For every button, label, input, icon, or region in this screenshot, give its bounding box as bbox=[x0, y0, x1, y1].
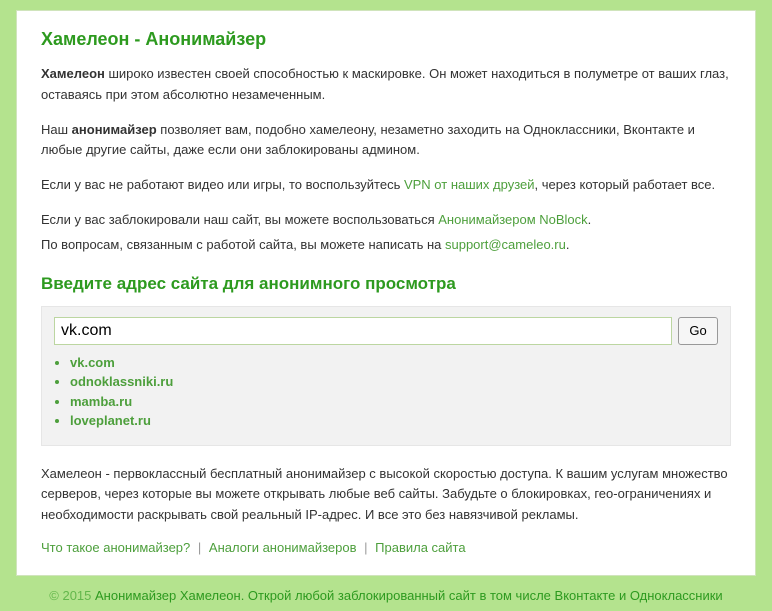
intro-text: Если у вас заблокировали наш сайт, вы мо… bbox=[41, 212, 438, 227]
input-row: Go bbox=[54, 317, 718, 345]
description-text: Хамелеон - первоклассный бесплатный анон… bbox=[41, 464, 731, 526]
intro-p5: По вопросам, связанным с работой сайта, … bbox=[41, 235, 731, 256]
list-item[interactable]: loveplanet.ru bbox=[70, 411, 718, 431]
address-box: Go vk.com odnoklassniki.ru mamba.ru love… bbox=[41, 306, 731, 446]
suggestion-link[interactable]: odnoklassniki.ru bbox=[70, 374, 173, 389]
noblock-link[interactable]: Анонимайзером NoBlock bbox=[438, 212, 587, 227]
footer-text: Анонимайзер Хамелеон. Открой любой забло… bbox=[95, 588, 723, 603]
list-item[interactable]: mamba.ru bbox=[70, 392, 718, 412]
list-item[interactable]: vk.com bbox=[70, 353, 718, 373]
intro-text: . bbox=[588, 212, 592, 227]
suggestion-list: vk.com odnoklassniki.ru mamba.ru lovepla… bbox=[70, 353, 718, 431]
intro-text: По вопросам, связанным с работой сайта, … bbox=[41, 237, 445, 252]
separator: | bbox=[364, 540, 367, 555]
intro-bold: анонимайзер bbox=[72, 122, 157, 137]
suggestion-link[interactable]: vk.com bbox=[70, 355, 115, 370]
suggestion-link[interactable]: loveplanet.ru bbox=[70, 413, 151, 428]
address-heading: Введите адрес сайта для анонимного просм… bbox=[41, 274, 731, 294]
list-item[interactable]: odnoklassniki.ru bbox=[70, 372, 718, 392]
go-button[interactable]: Go bbox=[678, 317, 718, 345]
analogs-link[interactable]: Аналоги анонимайзеров bbox=[209, 540, 357, 555]
intro-text: . bbox=[566, 237, 570, 252]
bottom-links: Что такое анонимайзер? | Аналоги анонима… bbox=[41, 540, 731, 555]
intro-p1: Хамелеон широко известен своей способнос… bbox=[41, 64, 731, 106]
footer: © 2015 Анонимайзер Хамелеон. Открой любо… bbox=[16, 576, 756, 611]
intro-p4: Если у вас заблокировали наш сайт, вы мо… bbox=[41, 210, 731, 231]
footer-year: © 2015 bbox=[49, 588, 95, 603]
url-input[interactable] bbox=[54, 317, 672, 345]
intro-p3: Если у вас не работают видео или игры, т… bbox=[41, 175, 731, 196]
separator: | bbox=[198, 540, 201, 555]
intro-text: широко известен своей способностью к мас… bbox=[41, 66, 729, 102]
page-root: Хамелеон - Анонимайзер Хамелеон широко и… bbox=[0, 0, 772, 607]
intro-bold: Хамелеон bbox=[41, 66, 105, 81]
suggestion-link[interactable]: mamba.ru bbox=[70, 394, 132, 409]
intro-text: Наш bbox=[41, 122, 72, 137]
what-is-link[interactable]: Что такое анонимайзер? bbox=[41, 540, 190, 555]
page-title: Хамелеон - Анонимайзер bbox=[41, 29, 731, 50]
vpn-link[interactable]: VPN от наших друзей bbox=[404, 177, 535, 192]
support-email-link[interactable]: support@cameleo.ru bbox=[445, 237, 566, 252]
intro-text: Если у вас не работают видео или игры, т… bbox=[41, 177, 404, 192]
rules-link[interactable]: Правила сайта bbox=[375, 540, 465, 555]
intro-text: , через который работает все. bbox=[535, 177, 716, 192]
content-card: Хамелеон - Анонимайзер Хамелеон широко и… bbox=[16, 10, 756, 576]
intro-p2: Наш анонимайзер позволяет вам, подобно х… bbox=[41, 120, 731, 162]
